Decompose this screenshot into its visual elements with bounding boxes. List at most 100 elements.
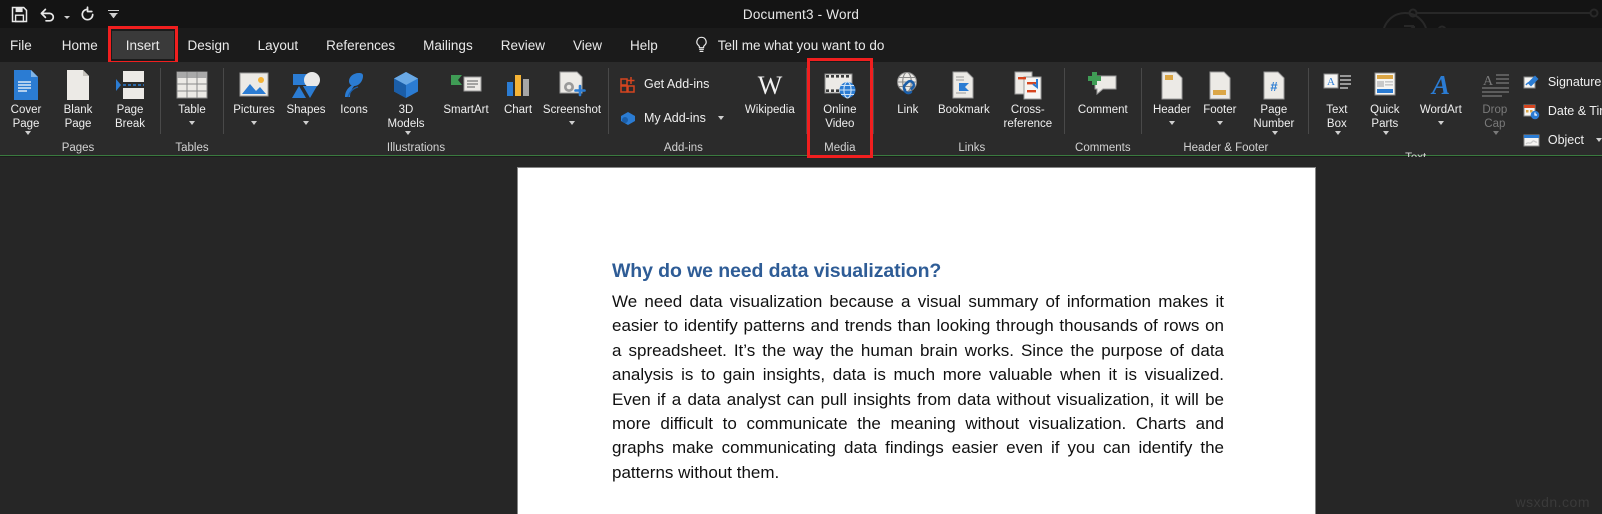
group-title-header-footer: Header & Footer — [1183, 142, 1269, 154]
tab-home[interactable]: Home — [48, 31, 112, 59]
blank-page-button[interactable]: Blank Page — [52, 66, 104, 134]
smartart-button[interactable]: SmartArt — [436, 66, 496, 134]
link-icon — [892, 68, 924, 102]
page-break-icon — [114, 68, 146, 102]
link-button[interactable]: Link — [884, 66, 932, 134]
drop-cap-caret[interactable] — [1493, 131, 1500, 135]
ribbon-group-tables: Table Tables — [161, 62, 223, 156]
online-video-label: Online Video — [823, 104, 857, 130]
3d-models-button[interactable]: 3D Models — [376, 66, 436, 135]
object-button[interactable]: Object — [1523, 130, 1602, 150]
tab-mailings[interactable]: Mailings — [409, 31, 487, 59]
wikipedia-button[interactable]: W Wikipedia — [738, 66, 802, 134]
page-number-button[interactable]: # Page Number — [1244, 66, 1304, 135]
cross-reference-button[interactable]: Cross- reference — [996, 66, 1060, 134]
online-video-icon — [823, 68, 857, 102]
bookmark-button[interactable]: Bookmark — [932, 66, 996, 134]
wordart-label: WordArt — [1419, 104, 1462, 116]
header-button[interactable]: Header — [1148, 66, 1196, 134]
tab-layout[interactable]: Layout — [244, 31, 313, 59]
undo-dropdown-caret[interactable] — [62, 2, 72, 26]
text-box-label: Text Box — [1326, 104, 1348, 130]
online-video-button[interactable]: Online Video — [815, 66, 865, 134]
tab-view[interactable]: View — [559, 31, 616, 59]
drop-cap-button[interactable]: A Drop Cap — [1473, 66, 1517, 135]
bookmark-label: Bookmark — [937, 104, 990, 116]
chart-button[interactable]: Chart — [496, 66, 540, 134]
document-paragraph: We need data visualization because a vis… — [612, 292, 1224, 482]
quick-parts-button[interactable]: Quick Parts — [1361, 66, 1409, 135]
object-icon — [1523, 131, 1541, 149]
shapes-icon — [290, 68, 322, 102]
page-break-button[interactable]: Page Break — [104, 66, 156, 134]
wordart-caret[interactable] — [1438, 118, 1444, 129]
customize-qat-icon[interactable] — [102, 2, 124, 26]
drop-cap-label: Drop Cap — [1482, 104, 1508, 130]
text-box-button[interactable]: A Text Box — [1315, 66, 1359, 135]
tab-insert[interactable]: Insert — [107, 26, 178, 64]
ribbon-group-header-footer: Header Footer # Page Number Header & Foo… — [1142, 62, 1308, 156]
comment-button[interactable]: Comment — [1071, 66, 1135, 134]
footer-icon — [1207, 68, 1233, 102]
get-addins-button[interactable]: Get Add-ins — [619, 74, 724, 94]
signature-line-button[interactable]: Signature Line — [1523, 72, 1602, 92]
footer-caret[interactable] — [1217, 118, 1223, 129]
drop-cap-icon: A — [1480, 68, 1510, 102]
text-box-caret[interactable] — [1335, 131, 1342, 135]
shapes-button[interactable]: Shapes — [280, 66, 332, 134]
quick-access-toolbar — [6, 2, 124, 26]
page-number-icon: # — [1261, 68, 1287, 102]
pictures-button[interactable]: Pictures — [228, 66, 280, 134]
tell-me-search[interactable]: Tell me what you want to do — [694, 36, 884, 54]
table-icon — [175, 68, 209, 102]
cover-page-icon — [12, 68, 40, 102]
quick-parts-caret[interactable] — [1383, 131, 1390, 135]
date-time-label: Date & Time — [1547, 104, 1602, 118]
svg-text:A: A — [1327, 76, 1335, 88]
date-time-button[interactable]: Date & Time — [1523, 101, 1602, 121]
tab-references[interactable]: References — [312, 31, 409, 59]
shapes-caret[interactable] — [303, 118, 309, 129]
document-canvas[interactable]: Why do we need data visualization? We ne… — [0, 157, 1602, 514]
tab-review[interactable]: Review — [487, 31, 559, 59]
document-heading: Why do we need data visualization? — [612, 260, 942, 282]
my-addins-button[interactable]: My Add-ins — [619, 108, 724, 128]
wikipedia-icon: W — [754, 68, 786, 102]
tab-design[interactable]: Design — [174, 31, 244, 59]
tab-file[interactable]: File — [0, 31, 48, 59]
3d-models-icon — [391, 68, 421, 102]
table-caret[interactable] — [189, 118, 195, 129]
page-break-label: Page Break — [114, 104, 146, 130]
screenshot-icon — [556, 68, 588, 102]
my-addins-caret[interactable] — [717, 116, 724, 120]
wordart-button[interactable]: A WordArt — [1411, 66, 1471, 134]
icons-icon — [339, 68, 369, 102]
page-number-caret[interactable] — [1272, 131, 1279, 135]
pictures-caret[interactable] — [251, 118, 257, 129]
footer-button[interactable]: Footer — [1196, 66, 1244, 134]
document-page[interactable]: Why do we need data visualization? We ne… — [518, 168, 1315, 514]
redo-button[interactable] — [74, 2, 100, 26]
undo-button[interactable] — [34, 2, 60, 26]
icons-button[interactable]: Icons — [332, 66, 376, 134]
comment-label: Comment — [1077, 104, 1128, 116]
group-title-media: Media — [824, 142, 856, 154]
screenshot-button[interactable]: Screenshot — [540, 66, 604, 134]
signature-line-label: Signature Line — [1547, 75, 1602, 89]
wordart-icon: A — [1427, 68, 1455, 102]
ribbon-tab-strip: File Home Insert Design Layout Reference… — [0, 26, 1602, 64]
header-caret[interactable] — [1169, 118, 1175, 129]
save-button[interactable] — [6, 2, 32, 26]
tab-help[interactable]: Help — [616, 31, 672, 59]
cross-reference-label: Cross- reference — [1003, 104, 1053, 130]
cover-page-caret[interactable] — [24, 131, 31, 135]
object-caret[interactable] — [1595, 138, 1602, 142]
site-watermark: wsxdn.com — [1515, 494, 1590, 510]
table-button[interactable]: Table — [166, 66, 218, 134]
ribbon-group-illustrations: Pictures Shapes Icons 3D Models SmartArt… — [224, 62, 608, 156]
3d-models-label: 3D Models — [387, 104, 425, 130]
cover-page-button[interactable]: Cover Page — [0, 66, 52, 135]
svg-text:W: W — [758, 71, 783, 100]
3d-models-caret[interactable] — [404, 131, 411, 135]
screenshot-caret[interactable] — [569, 118, 575, 129]
